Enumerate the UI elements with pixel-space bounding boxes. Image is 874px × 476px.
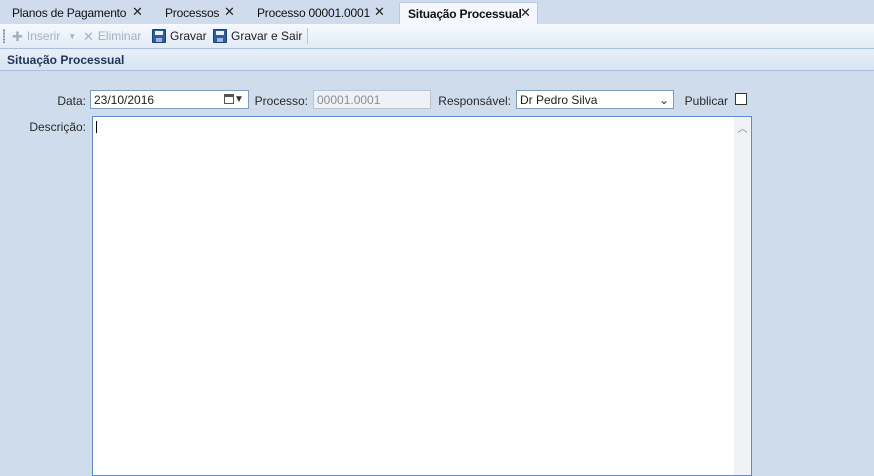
close-icon[interactable]: ✕ xyxy=(374,4,385,20)
floppy-disk-exit-icon xyxy=(213,29,227,43)
date-label: Data: xyxy=(57,94,86,108)
responsible-select[interactable]: Dr Pedro Silva ⌄ xyxy=(516,90,674,109)
toolbar-grip[interactable] xyxy=(3,29,5,43)
date-field[interactable]: 23/10/2016 ▼ xyxy=(90,90,249,109)
tab-label: Planos de Pagamento xyxy=(12,6,127,20)
chevron-down-icon[interactable]: ▼ xyxy=(68,30,76,43)
chevron-down-icon[interactable]: ⌄ xyxy=(657,91,671,108)
close-icon[interactable]: ✕ xyxy=(520,5,531,21)
close-icon[interactable]: ✕ xyxy=(132,4,143,20)
insert-button[interactable]: ✚ Inserir ▼ xyxy=(12,27,76,45)
floppy-disk-icon xyxy=(152,29,166,43)
tab-label: Processos xyxy=(165,6,220,20)
save-button[interactable]: Gravar xyxy=(152,27,207,45)
tab-processos[interactable]: Processos ✕ xyxy=(153,2,243,24)
tab-processo-00001[interactable]: Processo 00001.0001 ✕ xyxy=(245,2,397,24)
description-textarea[interactable]: ︿ xyxy=(92,116,752,476)
chevron-up-icon[interactable]: ︿ xyxy=(734,119,751,135)
save-label: Gravar xyxy=(170,29,207,43)
publish-label: Publicar xyxy=(684,94,728,108)
panel-title: Situação Processual xyxy=(7,53,125,67)
chevron-down-icon[interactable]: ▼ xyxy=(232,91,246,108)
delete-button[interactable]: ✕ Eliminar xyxy=(83,27,141,45)
responsible-label: Responsável: xyxy=(438,94,511,108)
tab-situacao-processual[interactable]: Situação Processual ✕ xyxy=(399,2,538,24)
date-value: 23/10/2016 xyxy=(94,93,155,107)
process-field: 00001.0001 xyxy=(313,90,431,109)
tab-strip: Planos de Pagamento ✕ Processos ✕ Proces… xyxy=(0,0,874,24)
close-icon[interactable]: ✕ xyxy=(224,4,235,20)
x-icon: ✕ xyxy=(83,28,94,44)
tab-planos-de-pagamento[interactable]: Planos de Pagamento ✕ xyxy=(0,2,150,24)
toolbar: ✚ Inserir ▼ ✕ Eliminar Gravar Gravar e S… xyxy=(0,24,874,49)
description-label: Descrição: xyxy=(29,120,86,134)
plus-icon: ✚ xyxy=(12,28,23,44)
process-label: Processo: xyxy=(254,94,308,108)
vertical-scrollbar[interactable]: ︿ xyxy=(734,117,751,475)
process-value: 00001.0001 xyxy=(317,93,381,107)
tab-label: Situação Processual xyxy=(408,6,522,21)
save-exit-label: Gravar e Sair xyxy=(231,29,303,43)
responsible-value: Dr Pedro Silva xyxy=(520,93,598,107)
save-and-exit-button[interactable]: Gravar e Sair xyxy=(213,27,302,45)
text-caret xyxy=(96,121,97,133)
tab-label: Processo 00001.0001 xyxy=(257,6,370,20)
publish-checkbox[interactable] xyxy=(735,93,747,105)
insert-label: Inserir xyxy=(26,29,61,43)
panel-header: Situação Processual xyxy=(0,49,874,71)
delete-label: Eliminar xyxy=(97,29,142,43)
toolbar-separator xyxy=(307,28,308,44)
